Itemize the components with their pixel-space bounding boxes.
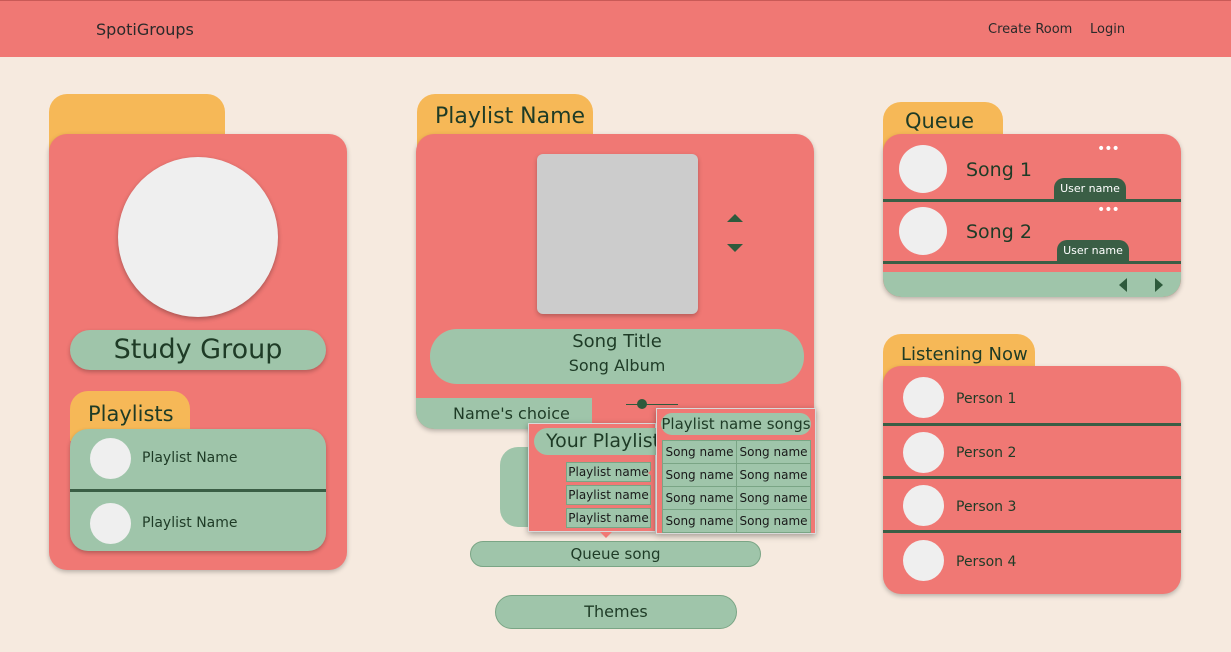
song-album: Song Album xyxy=(568,356,666,375)
next-icon[interactable] xyxy=(1155,278,1163,292)
playlist-name: Playlist Name xyxy=(142,515,238,531)
song-cell[interactable]: Song name xyxy=(736,463,811,487)
top-navbar: SpotiGroups Create Room Login xyxy=(0,0,1231,57)
listening-now-tab-label: Listening Now xyxy=(901,344,1028,365)
person-avatar xyxy=(903,432,944,473)
arrow-down-icon[interactable] xyxy=(727,244,743,252)
playlist-songs-title: Playlist name songs xyxy=(661,413,811,435)
table-row: Song name Song name xyxy=(662,509,811,533)
song-cell[interactable]: Song name xyxy=(662,509,737,533)
playlist-tab-label: Playlist Name xyxy=(435,104,586,129)
playlist-option[interactable]: Playlist name xyxy=(566,462,651,482)
song-cell[interactable]: Song name xyxy=(662,486,737,510)
person-avatar xyxy=(903,485,944,526)
themes-button[interactable]: Themes xyxy=(495,595,737,629)
divider xyxy=(883,261,1181,264)
songs-table: Song name Song name Song name Song name … xyxy=(662,440,811,533)
person-name: Person 4 xyxy=(956,554,1017,570)
volume-slider-handle[interactable] xyxy=(637,399,647,409)
song-cell[interactable]: Song name xyxy=(736,440,811,464)
song-cell[interactable]: Song name xyxy=(662,463,737,487)
playlists-list: Playlist Name Playlist Name xyxy=(70,429,326,551)
list-item[interactable]: Song 1 ••• User name xyxy=(883,134,1181,199)
song-cell[interactable]: Song name xyxy=(736,509,811,533)
more-options-icon[interactable]: ••• xyxy=(1097,142,1120,156)
person-avatar xyxy=(903,540,944,581)
user-badge: User name xyxy=(1057,240,1129,261)
queue-song-button[interactable]: Queue song xyxy=(470,541,761,567)
brand-logo-text[interactable]: SpotiGroups xyxy=(96,20,194,39)
playlist-option[interactable]: Playlist name xyxy=(566,508,651,528)
arrow-up-icon[interactable] xyxy=(727,214,743,222)
queue-pagination xyxy=(883,272,1181,297)
song-thumbnail xyxy=(899,145,947,193)
table-row: Song name Song name xyxy=(662,486,811,510)
playlist-thumbnail xyxy=(90,503,131,544)
song-cell[interactable]: Song name xyxy=(662,440,737,464)
group-avatar xyxy=(118,157,278,317)
list-item[interactable]: Person 1 xyxy=(883,366,1181,420)
song-info: Song Title Song Album xyxy=(430,329,804,384)
more-options-icon[interactable]: ••• xyxy=(1097,203,1120,217)
queue-card: Song 1 ••• User name Song 2 ••• User nam… xyxy=(883,134,1181,297)
previous-icon[interactable] xyxy=(1119,278,1127,292)
list-item[interactable]: Playlist Name xyxy=(70,429,326,489)
person-name: Person 3 xyxy=(956,499,1017,515)
volume-slider-track[interactable] xyxy=(626,404,678,405)
table-row: Song name Song name xyxy=(662,463,811,487)
queue-tab-label: Queue xyxy=(905,109,974,133)
list-item[interactable]: Playlist Name xyxy=(70,489,326,549)
user-badge: User name xyxy=(1054,178,1126,199)
your-playlists-popup: Your Playlists Playlist name Playlist na… xyxy=(528,423,674,532)
queue-song-name: Song 1 xyxy=(966,159,1032,181)
song-thumbnail xyxy=(899,207,947,255)
table-row: Song name Song name xyxy=(662,440,811,464)
now-playing-card: Song Title Song Album xyxy=(416,134,814,429)
song-cell[interactable]: Song name xyxy=(736,486,811,510)
person-name: Person 2 xyxy=(956,445,1017,461)
playlist-thumbnail xyxy=(90,438,131,479)
group-name: Study Group xyxy=(70,330,326,370)
list-item[interactable]: Song 2 ••• User name xyxy=(883,202,1181,264)
listening-now-card: Person 1 Person 2 Person 3 Person 4 xyxy=(883,366,1181,594)
create-room-link[interactable]: Create Room xyxy=(988,22,1072,37)
list-item[interactable]: Person 3 xyxy=(883,479,1181,533)
person-avatar xyxy=(903,377,944,418)
album-art xyxy=(537,154,698,314)
playlist-songs-popup: Playlist name songs Song name Song name … xyxy=(656,408,816,534)
list-item[interactable]: Person 4 xyxy=(883,533,1181,587)
playlist-option[interactable]: Playlist name xyxy=(566,485,651,505)
login-link[interactable]: Login xyxy=(1090,22,1125,37)
popup-pointer xyxy=(648,467,655,479)
person-name: Person 1 xyxy=(956,391,1017,407)
queue-song-name: Song 2 xyxy=(966,221,1032,243)
popup-pointer xyxy=(600,532,612,538)
your-playlists-title: Your Playlists xyxy=(534,428,674,455)
playlists-tab-label: Playlists xyxy=(88,402,174,426)
playlist-name: Playlist Name xyxy=(142,450,238,466)
list-item[interactable]: Person 2 xyxy=(883,426,1181,480)
group-card: Study Group Playlists Playlist Name Play… xyxy=(49,134,347,570)
song-title: Song Title xyxy=(572,331,662,352)
